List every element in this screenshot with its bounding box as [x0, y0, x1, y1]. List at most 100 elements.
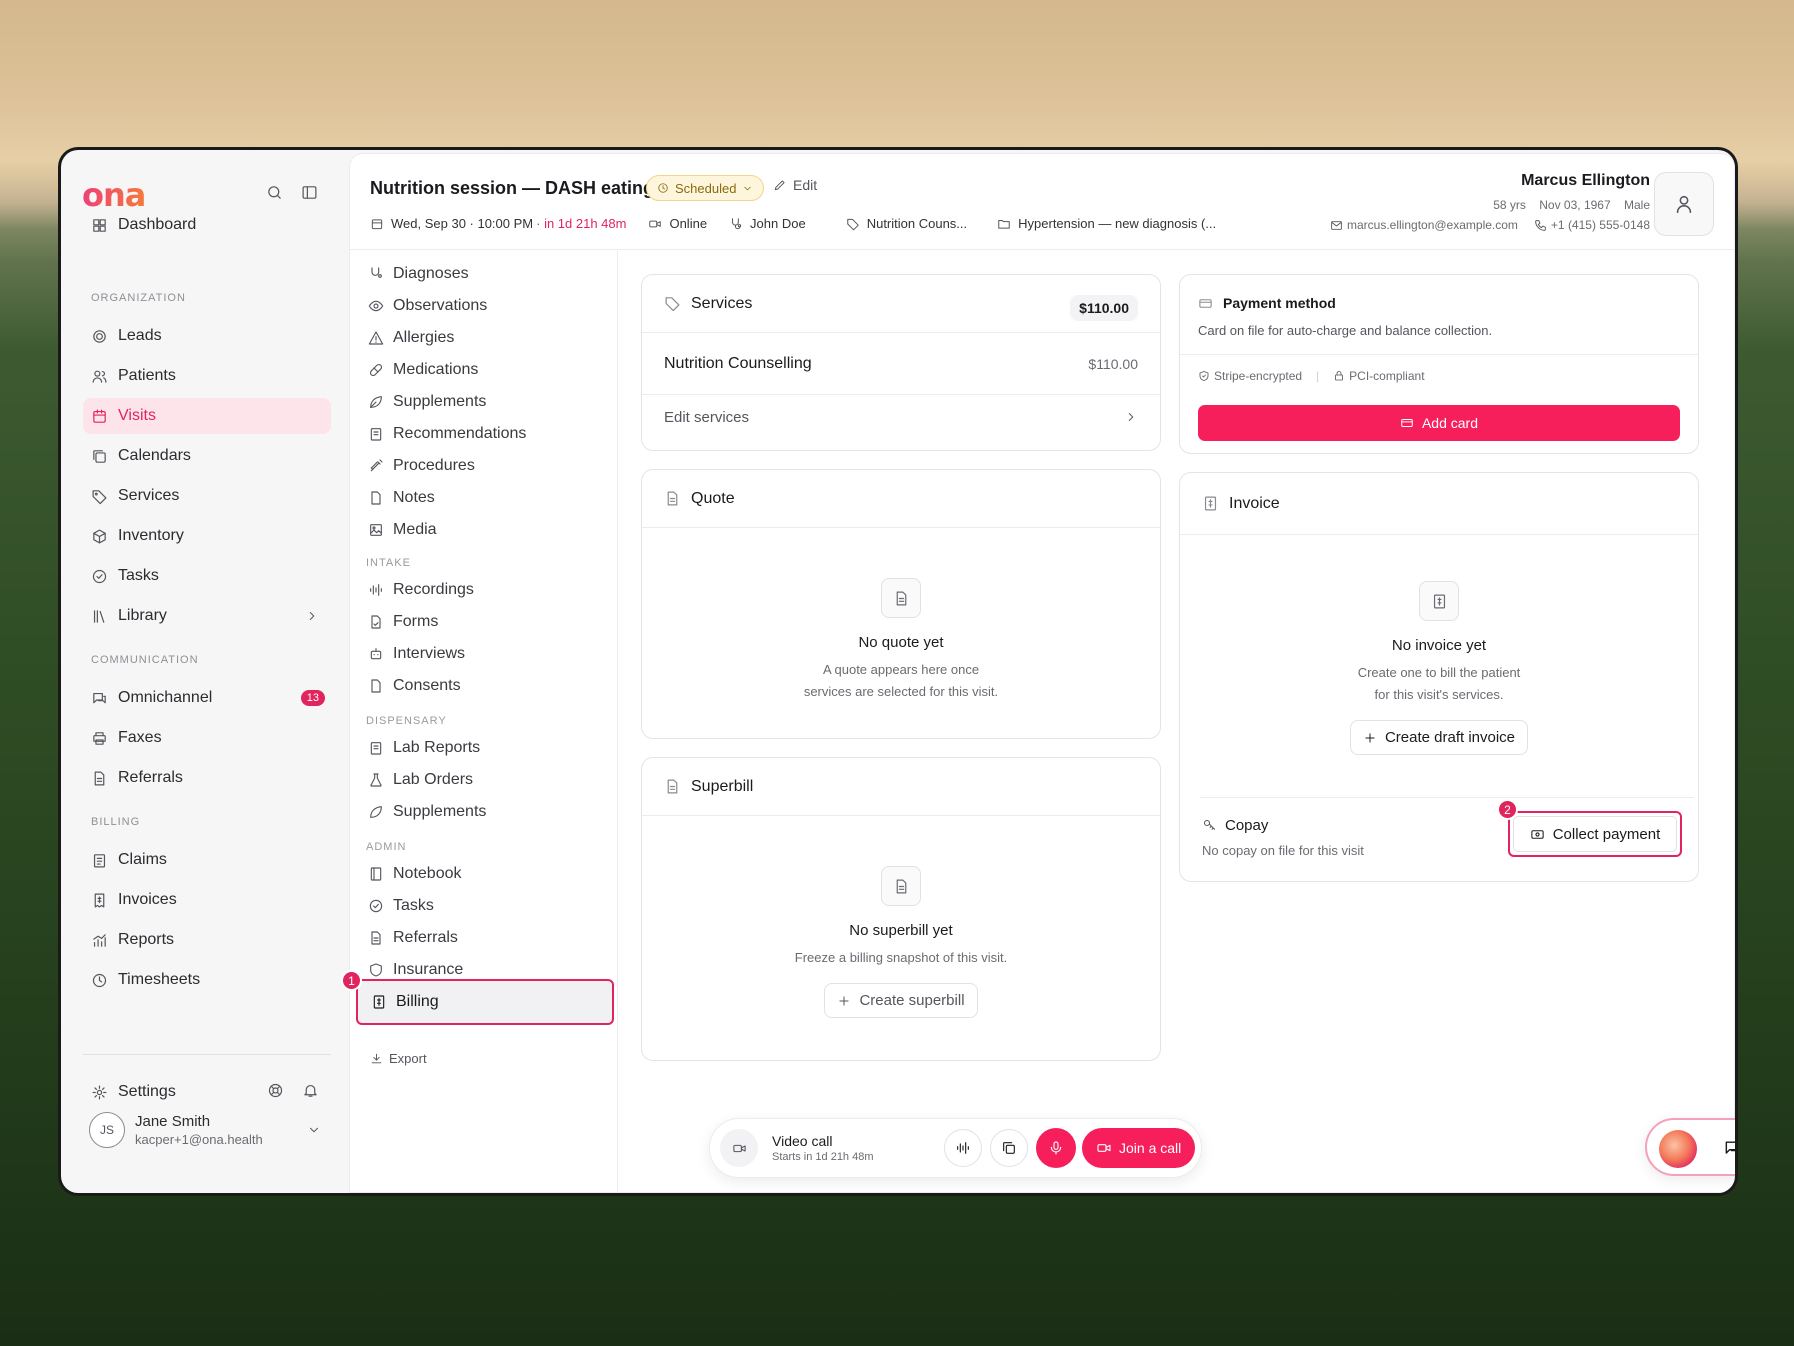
subnav-lab-reports[interactable]: Lab Reports	[364, 731, 620, 765]
nav-invoices[interactable]: Invoices	[83, 882, 331, 918]
subnav-lab-orders[interactable]: Lab Orders	[364, 763, 620, 797]
document-icon	[667, 779, 678, 794]
subnav-consents[interactable]: Consents	[364, 669, 620, 703]
join-call-button[interactable]: Join a call	[1082, 1128, 1196, 1168]
leaf-icon	[370, 396, 382, 408]
nav-dashboard[interactable]: Dashboard	[83, 207, 331, 243]
nav-visits[interactable]: Visits	[83, 398, 331, 434]
check-circle-icon	[92, 569, 107, 583]
eye-icon	[368, 300, 384, 312]
search-icon[interactable]	[266, 184, 283, 201]
nav-reports[interactable]: Reports	[83, 922, 331, 958]
document-icon	[881, 866, 921, 906]
quote-desc-line1: A quote appears here once	[822, 662, 980, 677]
visit-provider[interactable]: John Doe	[729, 216, 806, 231]
subnav-label: Notebook	[393, 865, 462, 882]
chevron-right-icon[interactable]	[305, 609, 319, 623]
subnav-interviews[interactable]: Interviews	[364, 637, 620, 671]
nav-leads[interactable]: Leads	[83, 318, 331, 354]
sidebar-toggle-icon[interactable]	[301, 184, 318, 201]
nav-claims[interactable]: Claims	[83, 842, 331, 878]
waveform-icon	[370, 584, 382, 596]
subnav-recordings[interactable]: Recordings	[364, 573, 620, 607]
visit-mode: Online	[648, 216, 707, 231]
subnav-referrals[interactable]: Referrals	[364, 921, 620, 955]
create-superbill-button[interactable]: Create superbill	[824, 983, 978, 1018]
nav-timesheets[interactable]: Timesheets	[83, 962, 331, 998]
pencil-icon	[774, 180, 785, 191]
nav-omnichannel[interactable]: Omnichannel 13	[83, 680, 331, 716]
copay-desc: No copay on file for this visit	[1202, 843, 1364, 858]
chat-icon[interactable]	[1723, 1138, 1735, 1158]
subnav-procedures[interactable]: Procedures	[364, 449, 620, 483]
nav-inventory[interactable]: Inventory	[83, 518, 331, 554]
status-label: Scheduled	[675, 180, 737, 196]
subnav-recommendations[interactable]: Recommendations	[364, 417, 620, 451]
shield-check-icon	[1199, 371, 1209, 381]
add-card-label: Add card	[1421, 415, 1479, 431]
step-marker-1: 1	[341, 970, 362, 991]
subnav-forms[interactable]: Forms	[364, 605, 620, 639]
image-icon	[370, 524, 382, 536]
video-icon	[649, 220, 662, 227]
edit-services-button[interactable]: Edit services	[642, 395, 1160, 439]
nav-services[interactable]: Services	[83, 478, 331, 514]
subnav-notes[interactable]: Notes	[364, 481, 620, 515]
subnav-notebook[interactable]: Notebook	[364, 857, 620, 891]
clipboard-icon	[370, 742, 382, 755]
visit-service[interactable]: Nutrition Couns...	[846, 216, 967, 231]
status-dropdown[interactable]: Scheduled	[646, 175, 765, 201]
nav-faxes[interactable]: Faxes	[83, 720, 331, 756]
collect-payment-highlight: Collect payment	[1508, 811, 1682, 857]
nav-tasks[interactable]: Tasks	[83, 558, 331, 594]
create-superbill-label: Create superbill	[859, 992, 965, 1009]
patient-avatar[interactable]	[1654, 172, 1714, 236]
invoice-empty-desc: Create one to bill the patient for this v…	[1180, 662, 1698, 706]
microphone-button[interactable]	[1036, 1128, 1076, 1168]
user-menu[interactable]: JS Jane Smith kacper+1@ona.health	[83, 1100, 331, 1160]
nav-referrals[interactable]: Referrals	[83, 760, 331, 796]
help-icon[interactable]	[267, 1082, 284, 1099]
subnav-medications[interactable]: Medications	[364, 353, 620, 387]
subnav-diagnoses[interactable]: Diagnoses	[364, 257, 620, 291]
patient-phone-item[interactable]: +1 (415) 555-0148	[1534, 218, 1650, 232]
clock-icon	[92, 973, 107, 987]
copy-link-button[interactable]	[990, 1129, 1028, 1167]
add-card-button[interactable]: Add card	[1198, 405, 1680, 441]
nav-label: Calendars	[118, 447, 191, 464]
section-billing: BILLING	[91, 816, 141, 828]
user-email: kacper+1@ona.health	[135, 1132, 263, 1147]
nav-calendars[interactable]: Calendars	[83, 438, 331, 474]
invoice-desc-line2: for this visit's services.	[1374, 687, 1504, 702]
superbill-header: Superbill	[642, 758, 1160, 816]
create-draft-invoice-button[interactable]: Create draft invoice	[1349, 720, 1529, 755]
subnav-label: Medications	[393, 361, 479, 378]
nav-library[interactable]: Library	[83, 598, 331, 634]
patient-email-item[interactable]: marcus.ellington@example.com	[1330, 218, 1518, 232]
chevron-down-icon[interactable]	[307, 1123, 321, 1137]
export-button[interactable]: Export	[370, 1051, 427, 1066]
subnav-allergies[interactable]: Allergies	[364, 321, 620, 355]
video-call-bar: Video call Starts in 1d 21h 48m Join a c…	[709, 1118, 1202, 1178]
collect-payment-button[interactable]: Collect payment	[1513, 816, 1677, 852]
warning-icon	[368, 331, 384, 345]
edit-visit-button[interactable]: Edit	[773, 177, 817, 193]
subnav-dispensary-supplements[interactable]: Supplements	[364, 795, 620, 829]
assistant-widget[interactable]: 13	[1645, 1118, 1735, 1176]
bell-icon[interactable]	[302, 1082, 319, 1099]
create-draft-invoice-label: Create draft invoice	[1384, 729, 1516, 746]
lock-icon	[1335, 371, 1344, 381]
tag-icon	[665, 297, 680, 312]
subnav-label: Lab Orders	[393, 771, 474, 788]
assistant-orb-icon[interactable]	[1659, 1130, 1697, 1168]
subnav-media[interactable]: Media	[364, 513, 620, 547]
video-icon	[1097, 1144, 1111, 1152]
transcribe-button[interactable]	[944, 1129, 982, 1167]
subnav-billing[interactable]: Billing	[356, 979, 614, 1025]
subnav-supplements[interactable]: Supplements	[364, 385, 620, 419]
subnav-observations[interactable]: Observations	[364, 289, 620, 323]
nav-patients[interactable]: Patients	[83, 358, 331, 394]
visit-case[interactable]: Hypertension — new diagnosis (...	[997, 216, 1216, 231]
quote-empty-state: No quote yet A quote appears here once se…	[642, 578, 1160, 703]
subnav-tasks[interactable]: Tasks	[364, 889, 620, 923]
